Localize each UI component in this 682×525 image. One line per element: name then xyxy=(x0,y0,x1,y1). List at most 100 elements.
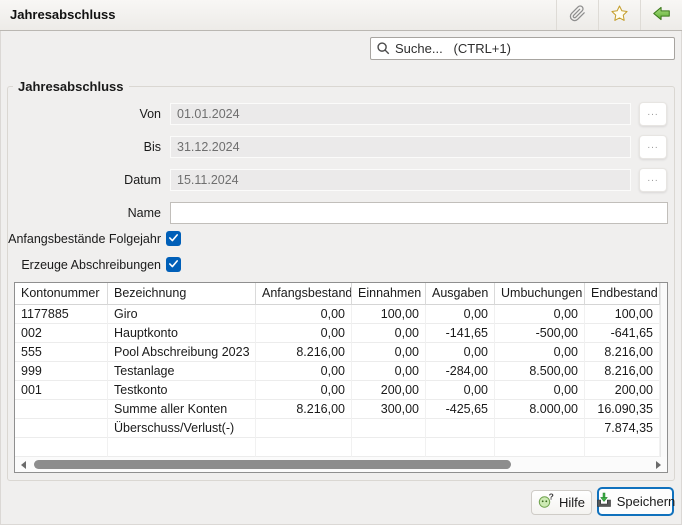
svg-text:?: ? xyxy=(549,493,554,502)
table-row[interactable]: Überschuss/Verlust(-)7.874,35 xyxy=(15,419,667,438)
table-cell: 0,00 xyxy=(495,381,585,400)
von-input[interactable]: 01.01.2024 xyxy=(170,103,631,125)
search-box xyxy=(370,37,675,60)
horizontal-scrollbar[interactable] xyxy=(15,457,667,472)
table-row[interactable]: 555Pool Abschreibung 20238.216,000,000,0… xyxy=(15,343,667,362)
search-input[interactable] xyxy=(370,37,675,60)
name-label: Name xyxy=(0,202,161,224)
table-row[interactable]: 001Testkonto0,00200,000,000,00200,00 xyxy=(15,381,667,400)
table-cell: -141,65 xyxy=(426,324,495,343)
table-cell: 0,00 xyxy=(352,343,426,362)
table-cell: 0,00 xyxy=(426,343,495,362)
table-row[interactable]: 1177885Giro0,00100,000,000,00100,00 xyxy=(15,305,667,324)
checkmark-icon xyxy=(167,257,180,273)
table-cell: 1177885 xyxy=(15,305,108,324)
table-cell: 0,00 xyxy=(256,362,352,381)
column-header[interactable]: Anfangsbestand xyxy=(256,283,352,305)
vertical-scrollbar-track[interactable] xyxy=(660,283,667,457)
table-header: KontonummerBezeichnungAnfangsbestandEinn… xyxy=(15,283,667,305)
save-button[interactable]: Speichern xyxy=(597,487,674,516)
table-cell xyxy=(15,419,108,438)
table-cell: 200,00 xyxy=(585,381,660,400)
table-cell: Überschuss/Verlust(-) xyxy=(108,419,256,438)
table-cell xyxy=(352,438,426,457)
bis-browse-button[interactable]: ... xyxy=(639,135,667,159)
table-cell: 100,00 xyxy=(585,305,660,324)
table-cell: 001 xyxy=(15,381,108,400)
search-icon xyxy=(376,41,391,59)
table-cell: 0,00 xyxy=(426,381,495,400)
table-cell xyxy=(495,438,585,457)
groupbox-title: Jahresabschluss xyxy=(13,79,129,94)
scroll-left-arrow-icon[interactable] xyxy=(21,461,26,469)
table-cell: Testanlage xyxy=(108,362,256,381)
table-cell: -500,00 xyxy=(495,324,585,343)
abschreibungen-checkbox[interactable] xyxy=(166,257,181,272)
table-cell: 200,00 xyxy=(352,381,426,400)
attachment-button[interactable] xyxy=(556,0,598,30)
table-cell xyxy=(15,438,108,457)
column-header[interactable]: Bezeichnung xyxy=(108,283,256,305)
accounts-table: KontonummerBezeichnungAnfangsbestandEinn… xyxy=(14,282,668,473)
table-cell xyxy=(256,419,352,438)
table-row[interactable] xyxy=(15,438,667,457)
save-button-label: Speichern xyxy=(617,494,676,509)
table-cell: Hauptkonto xyxy=(108,324,256,343)
table-cell: 0,00 xyxy=(352,324,426,343)
table-cell: 0,00 xyxy=(256,381,352,400)
table-row[interactable]: 002Hauptkonto0,000,00-141,65-500,00-641,… xyxy=(15,324,667,343)
checkmark-icon xyxy=(167,231,180,247)
anfangsbestaende-checkbox[interactable] xyxy=(166,231,181,246)
column-header[interactable]: Einnahmen xyxy=(352,283,426,305)
scroll-right-arrow-icon[interactable] xyxy=(656,461,661,469)
von-browse-button[interactable]: ... xyxy=(639,102,667,126)
column-header[interactable]: Endbestand xyxy=(585,283,660,305)
table-cell: Testkonto xyxy=(108,381,256,400)
table-cell: -641,65 xyxy=(585,324,660,343)
name-input[interactable] xyxy=(170,202,668,224)
column-header[interactable]: Ausgaben xyxy=(426,283,495,305)
table-cell xyxy=(15,400,108,419)
back-button[interactable] xyxy=(640,0,682,30)
column-header[interactable]: Kontonummer xyxy=(15,283,108,305)
table-cell: 8.216,00 xyxy=(256,400,352,419)
table-cell: Summe aller Konten xyxy=(108,400,256,419)
table-cell xyxy=(256,438,352,457)
column-header[interactable]: Umbuchungen xyxy=(495,283,585,305)
table-cell: 999 xyxy=(15,362,108,381)
datum-label: Datum xyxy=(0,169,161,191)
table-cell: 100,00 xyxy=(352,305,426,324)
bis-input[interactable]: 31.12.2024 xyxy=(170,136,631,158)
page-title: Jahresabschluss xyxy=(10,0,116,30)
table-cell: -425,65 xyxy=(426,400,495,419)
anfangsbestaende-label: Anfangsbestände Folgejahr xyxy=(0,232,161,247)
favorite-button[interactable] xyxy=(598,0,640,30)
back-arrow-icon xyxy=(652,4,671,26)
table-row[interactable]: Summe aller Konten8.216,00300,00-425,658… xyxy=(15,400,667,419)
help-button-label: Hilfe xyxy=(559,495,585,510)
titlebar-toolbar xyxy=(556,0,682,30)
abschreibungen-label: Erzeuge Abschreibungen xyxy=(0,258,161,273)
table-cell: 0,00 xyxy=(256,305,352,324)
paperclip-icon xyxy=(569,5,586,25)
table-cell: 0,00 xyxy=(426,305,495,324)
table-cell xyxy=(426,419,495,438)
table-cell: 002 xyxy=(15,324,108,343)
table-body: 1177885Giro0,00100,000,000,00100,00002Ha… xyxy=(15,305,667,457)
table-cell xyxy=(108,438,256,457)
table-cell: 300,00 xyxy=(352,400,426,419)
horizontal-scrollbar-thumb[interactable] xyxy=(34,460,511,469)
table-cell: 0,00 xyxy=(495,343,585,362)
star-icon xyxy=(610,4,629,26)
table-row[interactable]: 999Testanlage0,000,00-284,008.500,008.21… xyxy=(15,362,667,381)
table-cell: Giro xyxy=(108,305,256,324)
datum-browse-button[interactable]: ... xyxy=(639,168,667,192)
table-cell xyxy=(426,438,495,457)
table-cell: 8.216,00 xyxy=(256,343,352,362)
help-button[interactable]: ? Hilfe xyxy=(531,490,592,515)
table-cell: Pool Abschreibung 2023 xyxy=(108,343,256,362)
bis-label: Bis xyxy=(0,136,161,158)
datum-input[interactable]: 15.11.2024 xyxy=(170,169,631,191)
table-cell: 0,00 xyxy=(256,324,352,343)
table-cell: 8.216,00 xyxy=(585,362,660,381)
